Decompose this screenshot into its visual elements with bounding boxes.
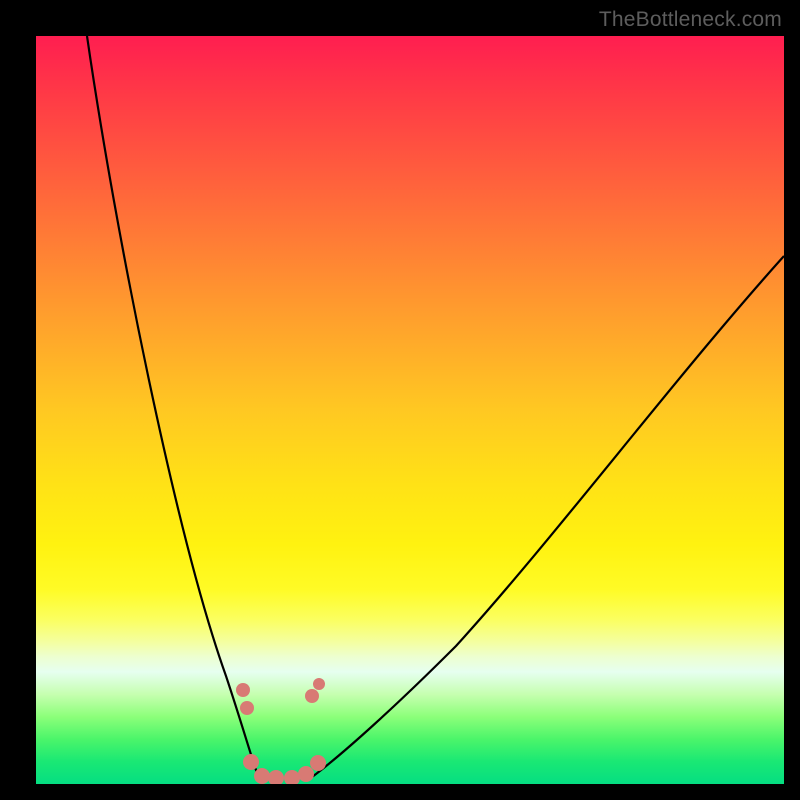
marker-dot	[243, 754, 259, 770]
marker-dot	[298, 766, 314, 782]
marker-dot	[284, 770, 300, 784]
marker-dot	[313, 678, 325, 690]
marker-dot	[236, 683, 250, 697]
marker-dot	[305, 689, 319, 703]
right-curve	[308, 256, 784, 779]
marker-dot	[268, 770, 284, 784]
left-curve	[87, 36, 258, 776]
chart-frame: TheBottleneck.com	[0, 0, 800, 800]
curve-overlay	[36, 36, 784, 784]
plot-area	[36, 36, 784, 784]
marker-dot	[310, 755, 326, 771]
marker-dot	[254, 768, 270, 784]
marker-dot	[240, 701, 254, 715]
bottom-dots-group	[236, 678, 326, 784]
watermark-text: TheBottleneck.com	[599, 8, 782, 32]
